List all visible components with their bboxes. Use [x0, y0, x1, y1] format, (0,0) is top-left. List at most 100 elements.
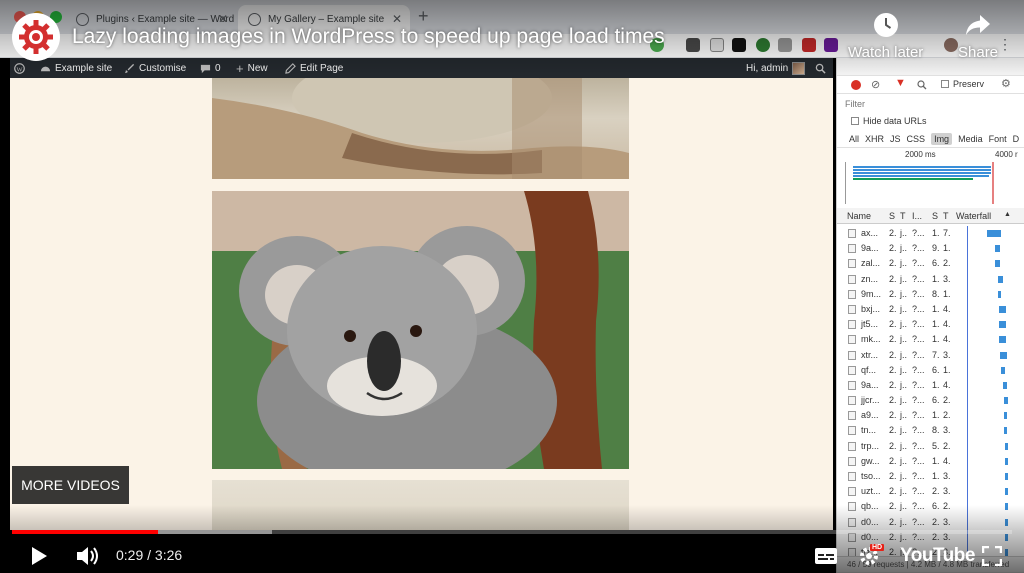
request-row[interactable]: jt5... 2. j..?... 1. 4. [837, 317, 1024, 332]
extension-icon[interactable] [824, 38, 838, 52]
customise-link[interactable]: Customise [124, 58, 186, 78]
waterfall-bar [999, 321, 1006, 329]
wordpress-icon: W [14, 62, 25, 74]
request-row[interactable]: zal... 2. j..?... 6. 2. [837, 256, 1024, 271]
request-row[interactable]: trp... 2. j..?... 5. 2. [837, 439, 1024, 454]
extension-icon[interactable] [756, 38, 770, 52]
subtitles-button[interactable] [814, 543, 838, 569]
request-row[interactable]: zn... 2. j..?... 1. 3. [837, 272, 1024, 287]
share-arrow-icon [966, 15, 991, 35]
extension-icon[interactable] [802, 38, 816, 52]
column-header-initiator[interactable]: I... [912, 211, 922, 221]
my-account-link[interactable]: Hi, admin [746, 58, 806, 78]
more-videos-button[interactable]: MORE VIDEOS [12, 466, 129, 504]
greeting-label: Hi, admin [746, 62, 789, 74]
column-header-type[interactable]: T [900, 211, 906, 221]
profile-avatar[interactable] [944, 38, 958, 52]
request-row[interactable]: gw... 2. j..?... 1. 4. [837, 454, 1024, 469]
paintbrush-icon [124, 63, 135, 73]
gallery-image-koala-portrait[interactable] [212, 191, 629, 469]
gallery-image-koala-branch[interactable] [212, 78, 629, 179]
request-row[interactable]: xtr... 2. j..?... 7. 3. [837, 348, 1024, 363]
type-tab-xhr[interactable]: XHR [865, 134, 884, 144]
fullscreen-button[interactable] [982, 543, 1002, 569]
gear-icon[interactable]: ⚙ [1001, 77, 1011, 90]
request-row[interactable]: qf... 2. j..?... 6. 1. [837, 363, 1024, 378]
settings-button[interactable]: HD [858, 543, 885, 569]
type-tab-all[interactable]: All [849, 134, 859, 144]
new-content-link[interactable]: + New [236, 58, 268, 78]
request-row[interactable]: a9... 2. j..?... 1. 2. [837, 408, 1024, 423]
type-tab-img[interactable]: Img [931, 132, 953, 145]
filter-icon[interactable]: ▼ [895, 77, 906, 89]
column-header-size[interactable]: S [932, 211, 938, 221]
column-header-status[interactable]: S [889, 211, 895, 221]
image-file-icon [848, 229, 856, 238]
request-cell-t2: 4. [943, 303, 951, 314]
site-name-link[interactable]: Example site [40, 58, 112, 78]
admin-search-button[interactable] [815, 58, 826, 78]
extension-icon[interactable] [686, 38, 700, 52]
request-cell-t2: 1. [943, 243, 951, 254]
play-button[interactable] [28, 543, 50, 569]
record-icon[interactable] [851, 80, 861, 90]
request-cell-s: 2. [889, 471, 897, 481]
new-tab-button[interactable]: + [418, 6, 429, 27]
column-header-time[interactable]: T [943, 211, 949, 221]
video-title-link[interactable]: Lazy loading images in WordPress to spee… [72, 25, 665, 49]
request-row[interactable]: tn... 2. j..?... 8. 3. [837, 423, 1024, 438]
waterfall-bar [995, 245, 1000, 253]
column-header-name[interactable]: Name [847, 211, 871, 221]
timeline-label: 4000 r [995, 150, 1018, 159]
youtube-logo-link[interactable]: YouTube [900, 545, 975, 567]
comments-link[interactable]: 0 [200, 58, 221, 78]
share-button[interactable]: Share [958, 12, 998, 61]
type-tab-css[interactable]: CSS [907, 134, 926, 144]
watch-later-button[interactable]: Watch later [848, 12, 923, 61]
close-tab-icon[interactable]: ✕ [218, 12, 228, 26]
video-progress-bar[interactable] [12, 530, 1012, 534]
request-cell-name: trp... [861, 440, 880, 451]
gallery-image-loading[interactable] [212, 480, 629, 530]
column-header-waterfall[interactable]: Waterfall [956, 211, 991, 221]
avatar [792, 61, 806, 75]
waterfall-bar [1004, 427, 1007, 435]
filter-input[interactable] [845, 97, 965, 111]
request-row[interactable]: 9m... 2. j..?... 8. 1. [837, 287, 1024, 302]
request-row[interactable]: qb... 2. j..?... 6. 2. [837, 499, 1024, 514]
network-overview-timeline[interactable] [845, 162, 995, 204]
search-icon[interactable] [917, 80, 927, 90]
request-row[interactable]: ax... 2. j..?... 1. 7. [837, 226, 1024, 241]
waterfall-bar [1005, 473, 1008, 480]
close-tab-icon[interactable]: ✕ [392, 12, 402, 26]
type-tab-font[interactable]: Font [989, 134, 1007, 144]
request-row[interactable]: 9a... 2. j..?... 9. 1. [837, 241, 1024, 256]
image-file-icon [848, 365, 856, 375]
extension-icon[interactable] [732, 38, 746, 52]
hide-data-urls-checkbox[interactable] [851, 117, 859, 125]
request-cell-s2: 1. [932, 303, 940, 314]
type-tab-media[interactable]: Media [958, 134, 983, 144]
type-tab-doc[interactable]: D [1013, 134, 1020, 144]
request-cell-t2: 2. [943, 258, 951, 269]
request-row[interactable]: uzt... 2. j..?... 2. 3. [837, 484, 1024, 499]
request-cell-t: j.. [900, 440, 908, 451]
request-row[interactable]: tso... 2. j..?... 1. 3. [837, 469, 1024, 484]
request-row[interactable]: bxj... 2. j..?... 1. 4. [837, 302, 1024, 317]
request-row[interactable]: jjcr... 2. j..?... 6. 2. [837, 393, 1024, 408]
pocket-icon[interactable] [710, 38, 724, 52]
request-row[interactable]: 9a... 2. j..?... 1. 4. [837, 378, 1024, 393]
channel-logo[interactable] [12, 13, 60, 61]
request-row[interactable]: d0... 2. j..?... 2. 3. [837, 515, 1024, 530]
wp-logo-button[interactable]: W [14, 58, 25, 78]
image-file-icon [848, 304, 856, 314]
request-row[interactable]: mk... 2. j..?... 1. 4. [837, 332, 1024, 347]
preserve-log-checkbox[interactable] [941, 80, 949, 88]
mute-button[interactable] [75, 543, 101, 569]
camera-icon[interactable] [778, 38, 792, 52]
request-cell-i: ?... [912, 349, 925, 360]
kebab-menu-icon[interactable]: ⋮ [998, 36, 1012, 53]
clear-icon[interactable]: ⊘ [871, 78, 880, 91]
edit-page-link[interactable]: Edit Page [285, 58, 343, 78]
type-tab-js[interactable]: JS [890, 134, 901, 144]
